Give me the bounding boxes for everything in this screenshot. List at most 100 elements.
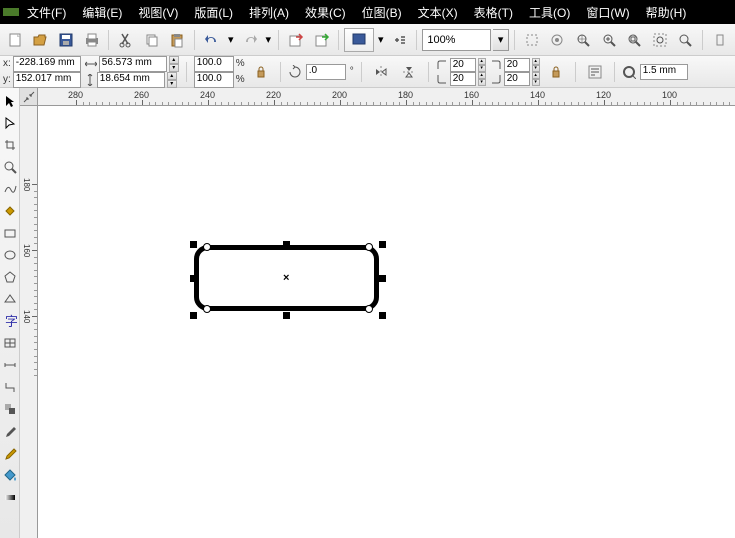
corner-bl-input[interactable]: 20 (450, 72, 476, 86)
app-launcher-dropdown[interactable]: ▾ (376, 28, 386, 52)
cut-icon[interactable] (114, 28, 138, 52)
connector-tool-icon[interactable] (1, 376, 19, 398)
interactive-tool-icon[interactable] (1, 398, 19, 420)
selection-handle-tr[interactable] (379, 241, 386, 248)
ellipse-tool-icon[interactable] (1, 244, 19, 266)
width-input[interactable]: 56.573 mm (99, 56, 167, 72)
selection-handle-l[interactable] (190, 275, 197, 282)
corner-tr-input[interactable]: 20 (504, 58, 530, 72)
y-position-input[interactable]: 152.017 mm (13, 72, 81, 88)
height-down[interactable]: ▾ (167, 80, 177, 88)
selection-handle-r[interactable] (379, 275, 386, 282)
height-up[interactable]: ▴ (167, 72, 177, 80)
app-launcher-icon[interactable] (344, 28, 374, 52)
welcome-icon[interactable] (388, 28, 412, 52)
rotation-input[interactable]: .0 (306, 64, 346, 80)
selection-handle-tl[interactable] (190, 241, 197, 248)
menu-bitmap[interactable]: 位图(B) (354, 0, 410, 25)
menu-window[interactable]: 窗口(W) (578, 0, 637, 25)
menu-help[interactable]: 帮助(H) (638, 0, 695, 25)
zoom-in-icon[interactable] (597, 28, 621, 52)
new-icon[interactable] (3, 28, 27, 52)
menu-arrange[interactable]: 排列(A) (241, 0, 297, 25)
ruler-h-tick: 240 (200, 90, 215, 100)
vertical-ruler[interactable]: 180160140 (20, 106, 38, 538)
print-icon[interactable] (80, 28, 104, 52)
interactive-fill-icon[interactable] (1, 486, 19, 508)
property-bar: x:-228.169 mm y:152.017 mm 56.573 mm▴▾ 1… (0, 56, 735, 88)
lock-ratio-icon[interactable] (249, 60, 273, 84)
undo-icon[interactable] (200, 28, 224, 52)
eyedropper-tool-icon[interactable] (1, 420, 19, 442)
dimension-tool-icon[interactable] (1, 354, 19, 376)
corner-tl-input[interactable]: 20 (450, 58, 476, 72)
selection-handle-t[interactable] (283, 241, 290, 248)
mirror-h-icon[interactable] (369, 60, 393, 84)
zoom-dropdown-icon[interactable]: ▾ (493, 29, 509, 51)
corner-node-tl[interactable] (203, 243, 211, 251)
zoom-page-icon[interactable] (622, 28, 646, 52)
menu-tools[interactable]: 工具(O) (521, 0, 578, 25)
options-icon[interactable] (546, 28, 570, 52)
menu-table[interactable]: 表格(T) (466, 0, 521, 25)
fill-tool-icon[interactable] (1, 464, 19, 486)
smart-fill-icon[interactable] (1, 200, 19, 222)
zoom-selection-icon[interactable] (648, 28, 672, 52)
selection-center-icon[interactable]: × (283, 272, 289, 284)
table-tool-icon[interactable] (1, 332, 19, 354)
selection-handle-bl[interactable] (190, 312, 197, 319)
menu-text[interactable]: 文本(X) (410, 0, 466, 25)
zoom-tool-icon[interactable] (1, 156, 19, 178)
selection-handle-b[interactable] (283, 312, 290, 319)
zoom-all-icon[interactable] (571, 28, 595, 52)
menu-edit[interactable]: 编辑(E) (74, 0, 130, 25)
scale-x-input[interactable]: 100.0 (194, 56, 234, 72)
app-icon[interactable] (3, 8, 19, 16)
x-position-input[interactable]: -228.169 mm (13, 56, 81, 72)
corner-node-tr[interactable] (365, 243, 373, 251)
selection-handle-br[interactable] (379, 312, 386, 319)
crop-tool-icon[interactable] (1, 134, 19, 156)
width-up[interactable]: ▴ (169, 56, 179, 64)
pick-tool-icon[interactable] (1, 90, 19, 112)
ruler-origin[interactable] (20, 88, 38, 106)
width-down[interactable]: ▾ (169, 64, 179, 72)
outline-width-input[interactable]: 1.5 mm (640, 64, 688, 80)
corner-lock-icon[interactable] (544, 60, 568, 84)
canvas[interactable]: × (38, 106, 735, 538)
zoom-fit-icon[interactable] (674, 28, 698, 52)
outline-tool-icon[interactable] (1, 442, 19, 464)
copy-icon[interactable] (140, 28, 164, 52)
height-input[interactable]: 18.654 mm (97, 72, 165, 88)
mirror-v-icon[interactable] (397, 60, 421, 84)
menu-effects[interactable]: 效果(C) (297, 0, 354, 25)
paste-icon[interactable] (166, 28, 190, 52)
corner-node-br[interactable] (365, 305, 373, 313)
undo-dropdown-icon[interactable]: ▾ (226, 28, 236, 52)
rectangle-tool-icon[interactable] (1, 222, 19, 244)
text-tool-icon[interactable]: 字 (1, 310, 19, 332)
polygon-tool-icon[interactable] (1, 266, 19, 288)
export-icon[interactable] (310, 28, 334, 52)
import-icon[interactable] (284, 28, 308, 52)
save-icon[interactable] (54, 28, 78, 52)
snapping-icon[interactable] (708, 28, 732, 52)
menu-layout[interactable]: 版面(L) (186, 0, 241, 25)
corner-br-input[interactable]: 20 (504, 72, 530, 86)
shape-tool-icon[interactable] (1, 112, 19, 134)
ruler-h-tick: 120 (596, 90, 611, 100)
horizontal-ruler[interactable]: 280260240220200180160140120100 (38, 88, 735, 106)
redo-icon[interactable] (238, 28, 262, 52)
open-icon[interactable] (29, 28, 53, 52)
corner-node-bl[interactable] (203, 305, 211, 313)
menu-view[interactable]: 视图(V) (130, 0, 186, 25)
basic-shapes-icon[interactable] (1, 288, 19, 310)
zoom-level-input[interactable]: 100% (422, 29, 491, 51)
redo-dropdown-icon[interactable]: ▾ (263, 28, 273, 52)
menu-file[interactable]: 文件(F) (19, 0, 74, 25)
freehand-tool-icon[interactable] (1, 178, 19, 200)
wrap-text-icon[interactable] (583, 60, 607, 84)
scale-y-input[interactable]: 100.0 (194, 72, 234, 88)
width-icon (85, 59, 97, 69)
snap-icon[interactable] (520, 28, 544, 52)
